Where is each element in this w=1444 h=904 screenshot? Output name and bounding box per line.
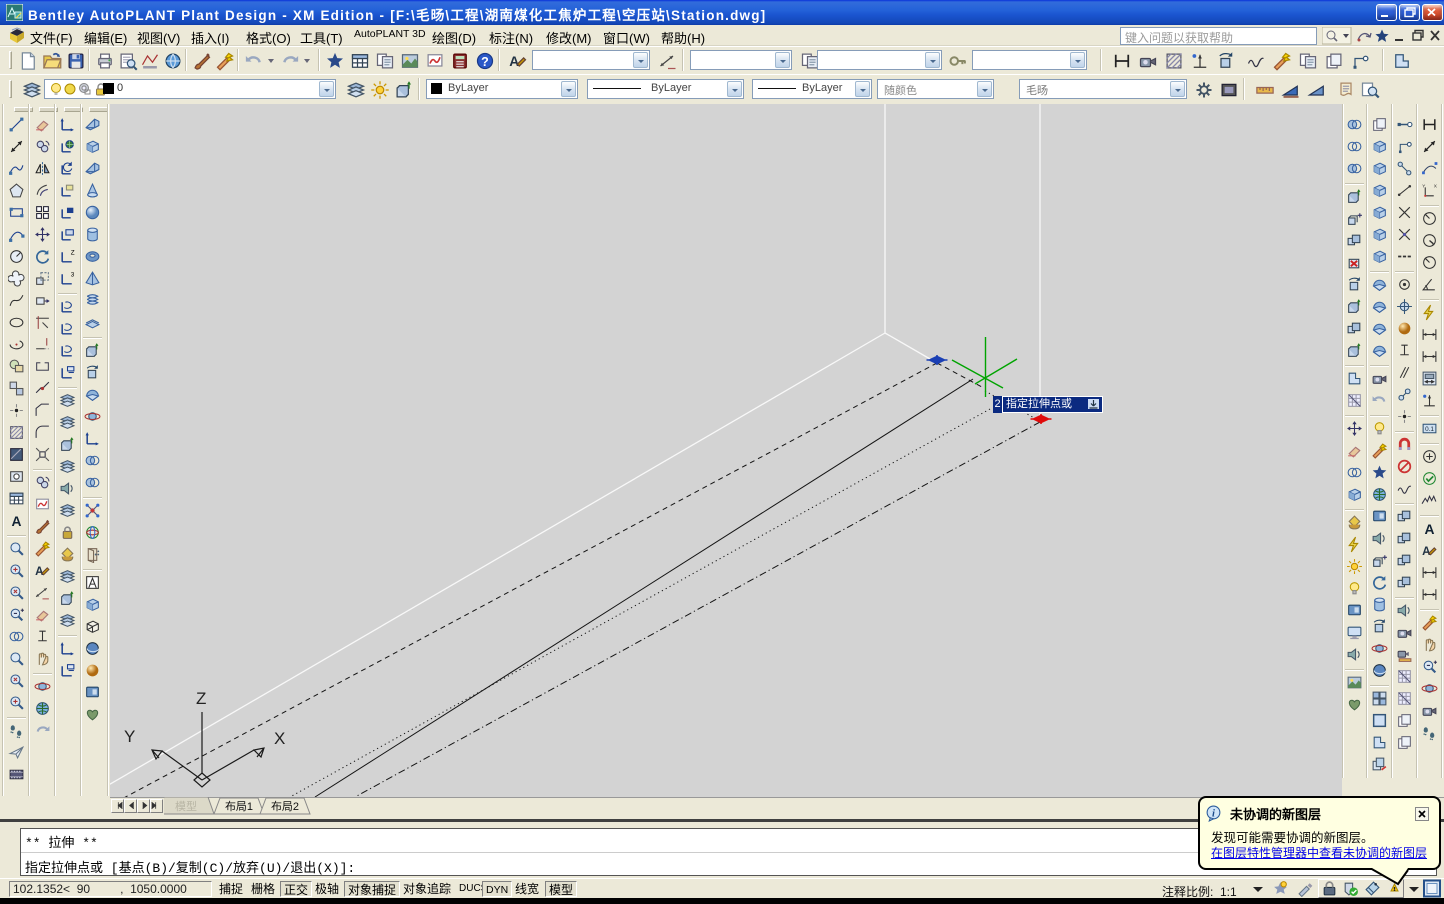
svg-text:A: A: [35, 565, 44, 578]
svg-text:A: A: [509, 54, 519, 69]
svg-text:0.1: 0.1: [1425, 426, 1434, 433]
svg-text:X: X: [1434, 183, 1438, 189]
svg-text:Y: Y: [124, 727, 135, 746]
svg-text:模型: 模型: [175, 799, 197, 813]
svg-text:i: i: [1212, 809, 1215, 820]
svg-text:布局1: 布局1: [225, 800, 253, 813]
svg-text:Z: Z: [71, 249, 75, 256]
svg-text:A: A: [12, 513, 22, 529]
svg-text:A: A: [1422, 545, 1431, 558]
svg-text:?: ?: [481, 55, 489, 69]
svg-text:X: X: [274, 729, 285, 748]
svg-text:Z: Z: [196, 689, 206, 708]
svg-text:A: A: [1425, 521, 1435, 537]
svg-text:3: 3: [71, 271, 75, 278]
svg-text:布局2: 布局2: [271, 800, 299, 813]
